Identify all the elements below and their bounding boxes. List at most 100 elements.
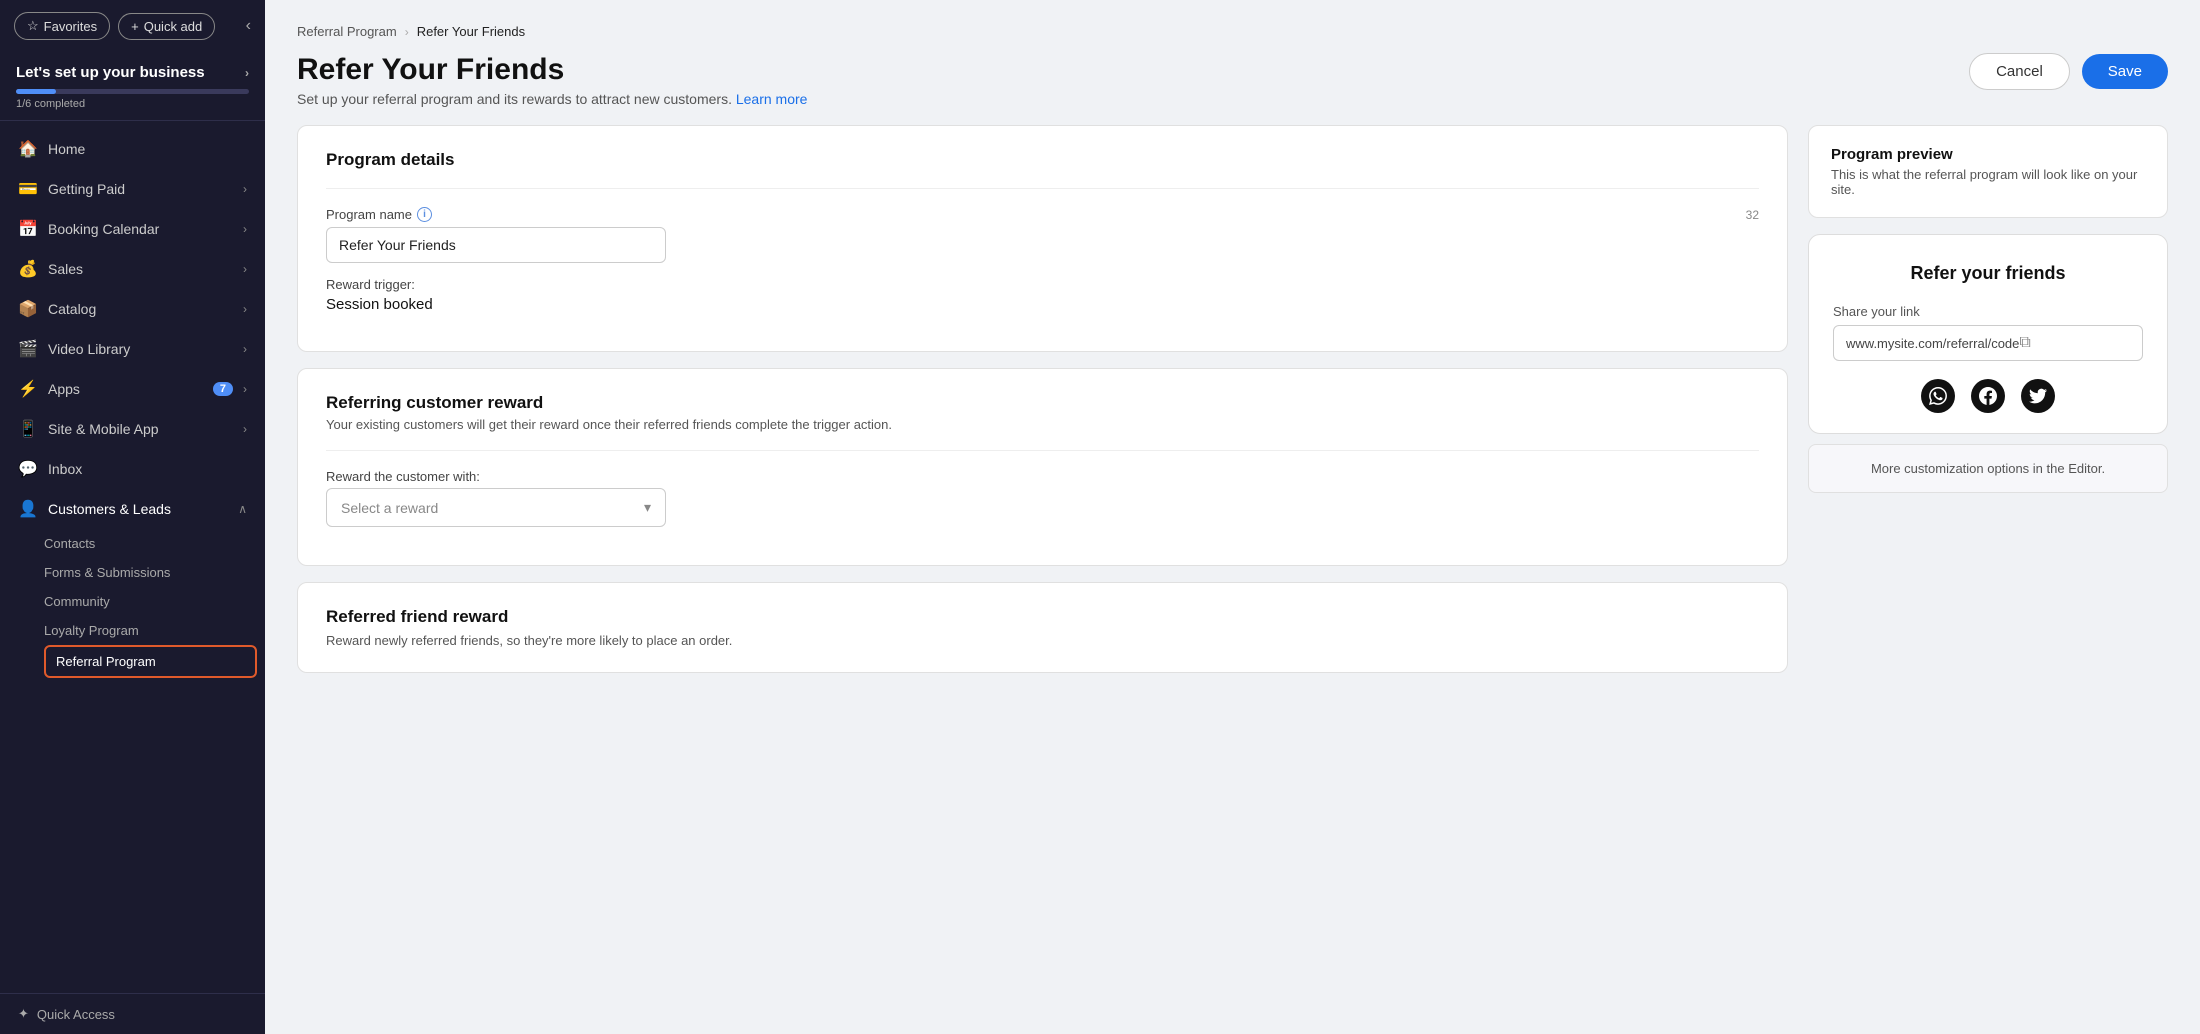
breadcrumb-current: Refer Your Friends (417, 24, 525, 39)
sidebar-item-label: Site & Mobile App (48, 421, 233, 437)
quick-access-label: Quick Access (37, 1007, 115, 1022)
twitter-icon[interactable] (2021, 379, 2055, 413)
chevron-right-icon: › (245, 66, 249, 80)
page-subtitle: Set up your referral program and its rew… (297, 91, 807, 107)
sidebar-item-loyalty[interactable]: Loyalty Program (44, 616, 265, 645)
sidebar-item-label: Catalog (48, 301, 233, 317)
sidebar-item-booking[interactable]: 📅 Booking Calendar › (0, 209, 265, 249)
save-button[interactable]: Save (2082, 54, 2168, 89)
sidebar-item-inbox[interactable]: 💬 Inbox (0, 449, 265, 489)
cancel-button[interactable]: Cancel (1969, 53, 2070, 90)
breadcrumb: Referral Program › Refer Your Friends (297, 24, 2168, 39)
calendar-icon: 📅 (18, 219, 38, 239)
breadcrumb-parent[interactable]: Referral Program (297, 24, 397, 39)
chevron-right-icon: › (243, 302, 247, 316)
trigger-value: Session booked (326, 296, 1759, 313)
program-name-label: Program name (326, 207, 412, 222)
sidebar-item-catalog[interactable]: 📦 Catalog › (0, 289, 265, 329)
quick-access-section[interactable]: ✦ Quick Access (0, 993, 265, 1034)
site-icon: 📱 (18, 419, 38, 439)
facebook-icon[interactable] (1971, 379, 2005, 413)
sidebar-item-contacts[interactable]: Contacts (44, 529, 265, 558)
getting-paid-icon: 💳 (18, 179, 38, 199)
business-title-text: Let's set up your business (16, 64, 205, 81)
editor-note: More customization options in the Editor… (1871, 461, 2105, 476)
sidebar-item-community[interactable]: Community (44, 587, 265, 616)
sidebar-item-forms[interactable]: Forms & Submissions (44, 558, 265, 587)
content-layout: Program details Program name i 32 Reward… (297, 125, 2168, 1010)
program-name-input[interactable] (326, 227, 666, 263)
program-details-title: Program details (326, 150, 1759, 170)
preview-description: This is what the referral program will l… (1831, 167, 2145, 197)
chevron-right-icon: › (243, 342, 247, 356)
progress-label: 1/6 completed (16, 98, 249, 110)
sidebar-nav: 🏠 Home 💳 Getting Paid › 📅 Booking Calend… (0, 121, 265, 993)
content-left: Program details Program name i 32 Reward… (297, 125, 1788, 1010)
chevron-right-icon: › (243, 182, 247, 196)
sidebar-item-getting-paid[interactable]: 💳 Getting Paid › (0, 169, 265, 209)
sidebar-item-referral[interactable]: Referral Program (44, 645, 257, 678)
quick-add-label: Quick add (144, 19, 203, 34)
reward-label: Reward the customer with: (326, 469, 1759, 484)
quick-access-icon: ✦ (18, 1006, 29, 1022)
home-icon: 🏠 (18, 139, 38, 159)
referred-reward-desc: Reward newly referred friends, so they'r… (326, 633, 1759, 648)
sidebar-collapse-button[interactable]: ‹ (246, 17, 251, 35)
business-title[interactable]: Let's set up your business › (16, 64, 249, 81)
breadcrumb-chevron: › (405, 25, 409, 39)
preview-widget: Refer your friends Share your link www.m… (1808, 234, 2168, 434)
sidebar-item-apps[interactable]: ⚡ Apps 7 › (0, 369, 265, 409)
preview-info-card: Program preview This is what the referra… (1808, 125, 2168, 218)
video-icon: 🎬 (18, 339, 38, 359)
referred-reward-card: Referred friend reward Reward newly refe… (297, 582, 1788, 673)
sidebar: ☆ Favorites + Quick add ‹ Let's set up y… (0, 0, 265, 1034)
info-icon: i (417, 207, 432, 222)
select-reward-dropdown[interactable]: Select a reward ▾ (326, 488, 666, 527)
program-name-label-row: Program name i 32 (326, 207, 1759, 222)
chevron-right-icon: › (243, 262, 247, 276)
chevron-right-icon: › (243, 422, 247, 436)
trigger-group: Reward trigger: Session booked (326, 277, 1759, 313)
page-title-area: Refer Your Friends Set up your referral … (297, 53, 807, 107)
sidebar-item-sales[interactable]: 💰 Sales › (0, 249, 265, 289)
social-icons-row (1833, 379, 2143, 413)
chevron-down-icon: ∧ (238, 502, 247, 516)
customers-icon: 👤 (18, 499, 38, 519)
whatsapp-icon[interactable] (1921, 379, 1955, 413)
quick-add-button[interactable]: + Quick add (118, 13, 215, 40)
trigger-label: Reward trigger: (326, 277, 1759, 292)
plus-icon: + (131, 19, 139, 34)
favorites-button[interactable]: ☆ Favorites (14, 12, 110, 40)
sidebar-item-label: Apps (48, 381, 203, 397)
sidebar-item-video[interactable]: 🎬 Video Library › (0, 329, 265, 369)
preview-link-box: www.mysite.com/referral/code ⧉ (1833, 325, 2143, 361)
sidebar-top: ☆ Favorites + Quick add ‹ (0, 0, 265, 50)
copy-icon[interactable]: ⧉ (2019, 334, 2130, 352)
chevron-right-icon: › (243, 222, 247, 236)
reward-select-group: Reward the customer with: Select a rewar… (326, 469, 1759, 527)
sidebar-item-label: Sales (48, 261, 233, 277)
learn-more-link[interactable]: Learn more (736, 91, 808, 107)
chevron-down-icon: ▾ (644, 499, 651, 516)
preview-link-value: www.mysite.com/referral/code (1846, 336, 2019, 351)
inbox-icon: 💬 (18, 459, 38, 479)
sidebar-item-customers[interactable]: 👤 Customers & Leads ∧ (0, 489, 265, 529)
sidebar-item-label: Inbox (48, 461, 247, 477)
sidebar-item-home[interactable]: 🏠 Home (0, 129, 265, 169)
sales-icon: 💰 (18, 259, 38, 279)
sidebar-item-site[interactable]: 📱 Site & Mobile App › (0, 409, 265, 449)
referring-reward-card: Referring customer reward Your existing … (297, 368, 1788, 566)
progress-bar-fill (16, 89, 56, 94)
main-content: Referral Program › Refer Your Friends Re… (265, 0, 2200, 1034)
apps-icon: ⚡ (18, 379, 38, 399)
catalog-icon: 📦 (18, 299, 38, 319)
preview-title: Program preview (1831, 146, 2145, 163)
page-header: Refer Your Friends Set up your referral … (297, 53, 2168, 107)
referred-reward-title: Referred friend reward (326, 607, 1759, 627)
sidebar-item-label: Home (48, 141, 247, 157)
referring-reward-desc: Your existing customers will get their r… (326, 417, 1759, 432)
customers-submenu: Contacts Forms & Submissions Community L… (0, 529, 265, 678)
apps-badge: 7 (213, 382, 233, 396)
page-title: Refer Your Friends (297, 53, 807, 87)
business-section: Let's set up your business › 1/6 complet… (0, 50, 265, 121)
